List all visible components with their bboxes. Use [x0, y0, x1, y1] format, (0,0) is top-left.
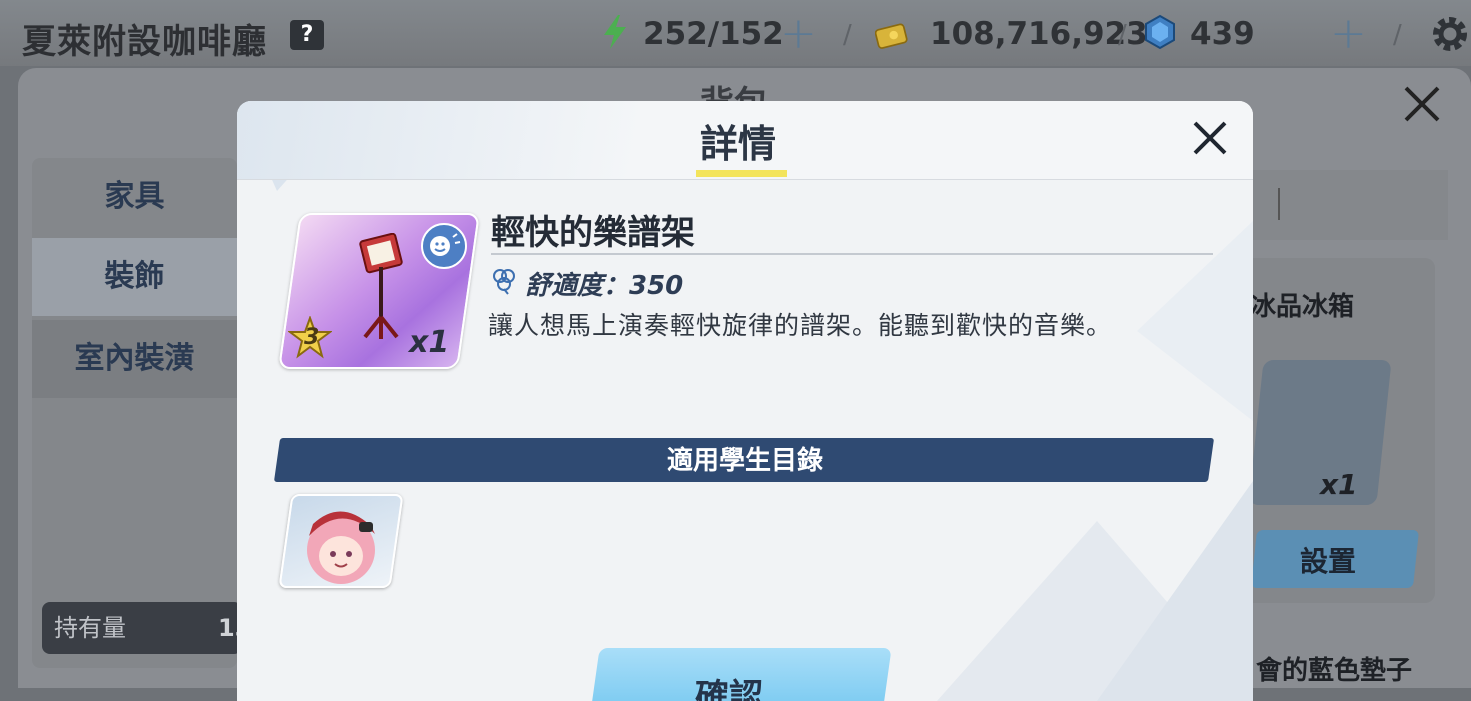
- divider: [491, 253, 1213, 255]
- student-portrait[interactable]: [278, 494, 404, 588]
- confirm-button-label: 確認: [695, 677, 763, 701]
- menu-item-decoration[interactable]: 裝飾: [32, 238, 237, 316]
- set-button-label: 設置: [1300, 545, 1357, 578]
- gem-value: 439: [1190, 16, 1255, 52]
- ap-add-button[interactable]: +: [780, 8, 817, 59]
- gem-icon: [1145, 14, 1175, 50]
- title-underline: [696, 170, 787, 177]
- separator: /: [1118, 20, 1127, 50]
- students-header: 適用學生目錄: [666, 446, 823, 476]
- comfort-value: 舒適度：350: [525, 271, 684, 301]
- close-icon[interactable]: [1187, 115, 1233, 161]
- credit-icon: [875, 23, 908, 49]
- separator: /: [1393, 20, 1402, 50]
- item-description: 讓人想馬上演奏輕快旋律的譜架。能聽到歡快的音樂。: [488, 311, 1113, 340]
- close-icon[interactable]: [1402, 84, 1442, 124]
- item-name-cushion: 會的藍色墊子: [1256, 656, 1413, 686]
- clover-icon: [493, 269, 515, 295]
- fridge-quantity: x1: [1320, 468, 1358, 501]
- gear-icon[interactable]: [1428, 12, 1471, 56]
- owned-count: 持有量 13: [42, 602, 251, 654]
- background-pattern: [237, 101, 1253, 701]
- gem-add-button[interactable]: +: [1330, 8, 1367, 59]
- help-icon[interactable]: ?: [290, 20, 324, 50]
- location-title: 夏萊附設咖啡廳: [22, 22, 267, 62]
- happy-face-icon: [421, 223, 467, 269]
- menu-item-interior[interactable]: 室內裝潢: [32, 320, 237, 398]
- rarity-value: 3: [304, 325, 320, 350]
- item-name-fridge: 冰品冰箱: [1250, 292, 1355, 322]
- item-name: 輕快的樂譜架: [491, 213, 695, 253]
- item-quantity: x1: [409, 325, 450, 360]
- top-bar: 夏萊附設咖啡廳 ? 252/152 + / 108,716,923 / 439 …: [0, 0, 1471, 66]
- divider: [1278, 188, 1280, 220]
- ap-bolt-icon: [604, 15, 626, 49]
- ap-value: 252/152: [643, 16, 784, 52]
- credit-value: 108,716,923: [930, 16, 1148, 52]
- owned-label: 持有量: [54, 614, 126, 642]
- dialog-title: 詳情: [700, 122, 777, 166]
- menu-item-furniture[interactable]: 家具: [32, 158, 237, 236]
- student-avatar: [307, 511, 375, 584]
- detail-dialog: 詳情 x1 3 輕快的樂譜架 舒適度：350 讓人想馬上演奏輕快旋律的譜架。能聽…: [237, 101, 1253, 701]
- separator: /: [843, 20, 852, 50]
